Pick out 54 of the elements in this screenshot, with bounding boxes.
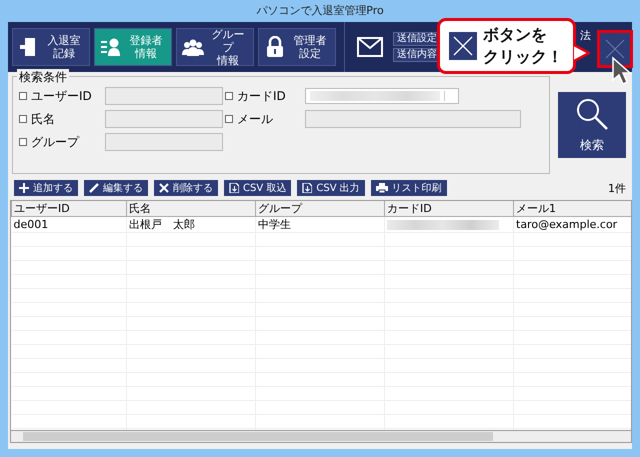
input-field[interactable] — [105, 110, 223, 128]
envelope-icon — [357, 37, 383, 57]
search-icon — [575, 96, 609, 130]
column-header[interactable]: 氏名 — [126, 201, 256, 216]
toolbar-button[interactable]: CSV 出力 — [297, 180, 365, 196]
toolbar-button[interactable]: 削除する — [154, 180, 218, 196]
close-icon — [449, 32, 477, 60]
group-title: 検索条件 — [17, 69, 69, 86]
padlock-icon — [264, 36, 286, 58]
horizontal-scrollbar[interactable] — [10, 431, 632, 443]
field-label: カードID — [237, 88, 287, 104]
document-icon — [229, 183, 239, 193]
checkbox[interactable] — [19, 92, 27, 100]
person-list-icon — [100, 36, 122, 58]
field-label: ユーザーID — [31, 88, 93, 104]
field-label: メール — [237, 110, 274, 128]
highlighted-close-button[interactable] — [597, 30, 633, 68]
toolbar-label: 法 — [580, 28, 591, 43]
callout-text: ボタンを クリック！ — [483, 24, 563, 68]
checkbox[interactable] — [225, 115, 233, 123]
close-icon — [159, 183, 169, 193]
input-field[interactable] — [105, 133, 223, 151]
close-icon — [603, 37, 627, 61]
field-label: グループ — [31, 134, 80, 150]
toolbar-button[interactable]: CSV 取込 — [224, 180, 292, 196]
document-icon — [302, 183, 312, 193]
cursor-icon — [611, 56, 633, 86]
table-cell: taro@example.cor — [514, 216, 631, 232]
table-cell: de001 — [12, 216, 126, 232]
nav-button[interactable]: グループ 情報 — [176, 28, 254, 66]
column-header[interactable]: メール1 — [514, 201, 631, 216]
column-header[interactable]: カードID — [384, 201, 514, 216]
pencil-icon — [89, 183, 99, 193]
table-cell: 中学生 — [256, 216, 384, 232]
checkbox[interactable] — [19, 115, 27, 123]
field-label: 氏名 — [31, 110, 56, 128]
table-cell: 出根戸 太郎 — [126, 216, 256, 232]
nav-button[interactable]: 管理者 設定 — [258, 28, 336, 66]
column-header[interactable]: グループ — [256, 201, 384, 216]
input-field[interactable] — [305, 110, 521, 128]
checkbox[interactable] — [225, 92, 233, 100]
input-field[interactable] — [105, 87, 223, 105]
toolbar-button[interactable]: リスト印刷 — [370, 180, 447, 196]
nav-button[interactable]: 登録者 情報 — [94, 28, 172, 66]
result-count: 1件 — [608, 180, 626, 196]
dropdown-field[interactable] — [305, 88, 459, 104]
column-header[interactable]: ユーザーID — [12, 201, 126, 216]
toolbar-button[interactable]: 追加する — [14, 180, 78, 196]
plus-icon — [19, 183, 29, 193]
search-button[interactable]: 検索 — [558, 92, 626, 158]
nav-button[interactable]: 入退室 記録 — [12, 28, 90, 66]
checkbox[interactable] — [19, 138, 27, 146]
toolbar-button[interactable]: 編集する — [84, 180, 148, 196]
printer-icon — [376, 183, 388, 193]
